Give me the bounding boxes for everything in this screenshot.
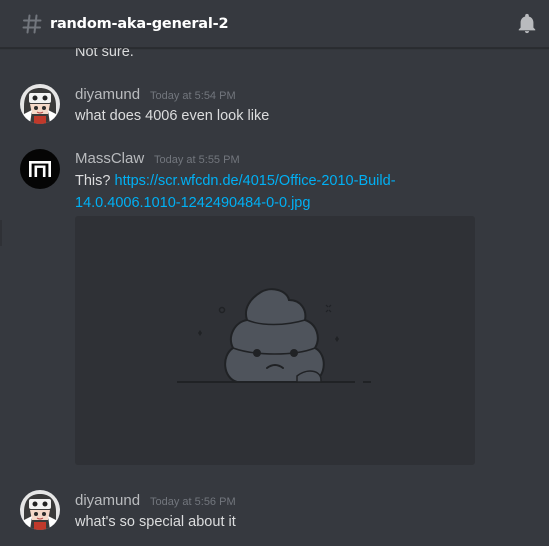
anime-avatar-icon [20, 84, 60, 124]
channel-header: random-aka-general-2 [0, 0, 549, 48]
anime-avatar-icon [20, 490, 60, 530]
avatar[interactable] [20, 84, 60, 124]
message-text: what does 4006 even look like [75, 108, 270, 124]
channel-name: random-aka-general-2 [50, 16, 229, 32]
avatar[interactable] [20, 149, 60, 189]
massclaw-logo-icon [20, 149, 60, 189]
message-link-continued[interactable]: 14.0.4006.1010-1242490484-0-0.jpg [75, 195, 310, 211]
message-list[interactable]: Not sure. diyamund Today at 5:54 PM what… [0, 48, 549, 546]
message-text: 14.0.4006.1010-1242490484-0-0.jpg [75, 192, 310, 214]
scroll-edge-marker [0, 220, 2, 246]
image-attachment[interactable] [75, 216, 475, 465]
broken-image-icon [177, 288, 371, 383]
timestamp: Today at 5:55 PM [154, 154, 240, 166]
message-text-prefix: This? [75, 173, 115, 189]
username[interactable]: MassClaw [75, 149, 144, 169]
avatar[interactable] [20, 490, 60, 530]
bell-icon[interactable] [516, 13, 538, 35]
timestamp: Today at 5:54 PM [150, 90, 236, 102]
message-text: Not sure. [75, 48, 134, 60]
message-text: This? https://scr.wfcdn.de/4015/Office-2… [75, 170, 396, 192]
chat-window: random-aka-general-2 Not sure. diyamund … [0, 0, 549, 546]
username[interactable]: diyamund [75, 85, 140, 105]
hash-icon [22, 14, 42, 34]
timestamp: Today at 5:56 PM [150, 496, 236, 508]
message-link[interactable]: https://scr.wfcdn.de/4015/Office-2010-Bu… [115, 173, 396, 189]
username[interactable]: diyamund [75, 491, 140, 511]
message-text: what's so special about it [75, 514, 236, 530]
